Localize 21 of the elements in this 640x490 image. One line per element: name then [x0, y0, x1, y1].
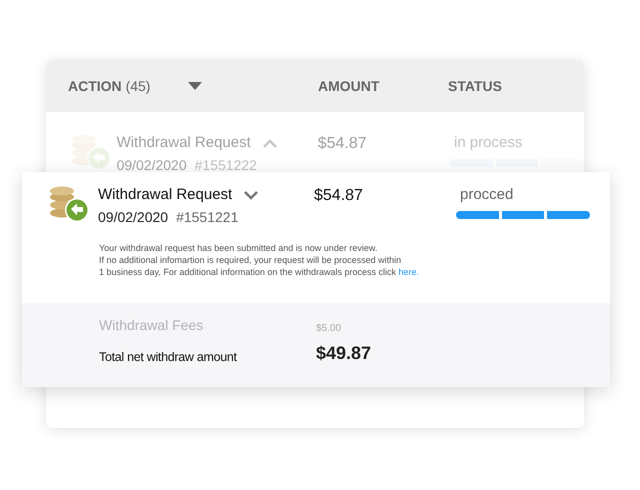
- request-id: #1551222: [194, 156, 257, 174]
- status-text: in process: [452, 133, 524, 153]
- fees-label: Withdrawal Fees: [99, 316, 204, 335]
- request-date: 09/02/2020: [116, 156, 187, 174]
- status-text: procced: [459, 185, 514, 205]
- fees-amount: $5.00: [316, 322, 342, 336]
- request-title: Withdrawal Request: [116, 133, 251, 153]
- sort-down-icon[interactable]: [188, 82, 202, 90]
- request-title: Withdrawal Request: [98, 185, 232, 205]
- details-text: Your withdrawal request has been submitted and is now under review. If no additional infomartion is required, your request will be processed within 1 business day, For additional information on the withdrawals process click here.: [98, 242, 420, 278]
- total-amount: $49.87: [316, 342, 372, 365]
- amount-text: $54.87: [314, 186, 364, 206]
- here-link[interactable]: here.: [398, 266, 420, 276]
- column-header: ACTION (45): [68, 76, 150, 96]
- total-label: Total net withdraw amount: [99, 349, 238, 366]
- column-header: STATUS: [448, 76, 502, 96]
- request-date: 09/02/2020: [98, 208, 168, 226]
- chevron-down-icon[interactable]: [244, 190, 258, 200]
- request-id: #1551221: [176, 208, 238, 226]
- column-header: AMOUNT: [318, 76, 380, 96]
- amount-text: $54.87: [318, 134, 368, 154]
